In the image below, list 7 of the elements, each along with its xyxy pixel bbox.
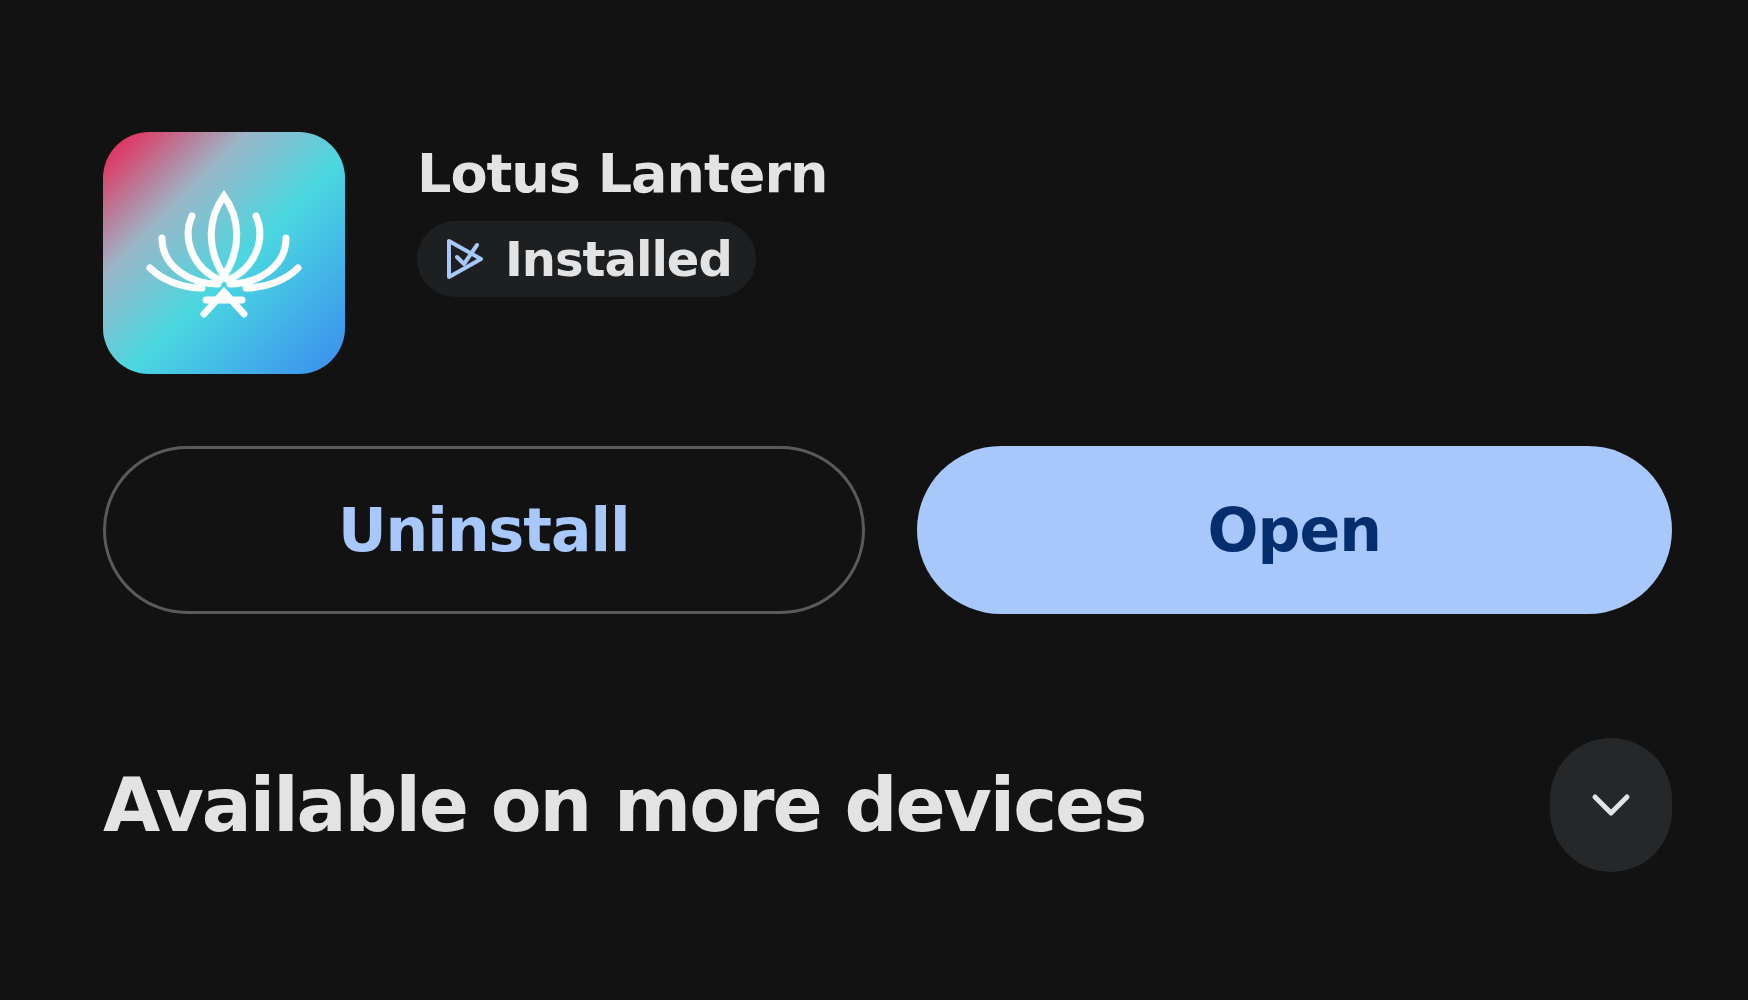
app-title: Lotus Lantern bbox=[417, 142, 828, 205]
chevron-icon bbox=[1591, 793, 1631, 817]
open-button[interactable]: Open bbox=[916, 446, 1672, 614]
section-title: Available on more devices bbox=[103, 762, 1146, 848]
uninstall-button[interactable]: Uninstall bbox=[103, 446, 865, 614]
check-flag-icon bbox=[445, 237, 485, 281]
status-label: Installed bbox=[505, 231, 732, 287]
